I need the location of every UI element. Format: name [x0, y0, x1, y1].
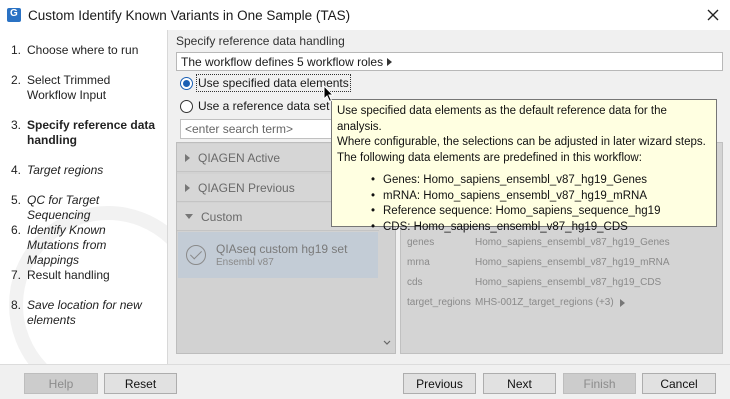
radio-use-reference-set[interactable]: Use a reference data set	[180, 99, 329, 113]
tooltip-item: CDS: Homo_sapiens_ensembl_v87_hg19_CDS	[337, 220, 711, 236]
tooltip: Use specified data elements as the defau…	[331, 99, 717, 235]
section-title: Specify reference data handling	[176, 34, 345, 48]
finish-button[interactable]: Finish	[563, 373, 636, 394]
collapse-arrow-icon	[185, 214, 193, 219]
dataset-version: Ensembl v87	[216, 256, 274, 268]
close-button[interactable]	[702, 4, 724, 26]
mouse-pointer-icon	[323, 85, 335, 103]
previous-button[interactable]: Previous	[403, 373, 476, 394]
radio-checked-icon[interactable]	[180, 76, 193, 90]
step-target-regions: 4. Target regions	[11, 163, 104, 177]
scroll-down-icon[interactable]	[383, 339, 391, 347]
radio-use-reference-label: Use a reference data set	[198, 99, 330, 113]
step-reference-data: 3. Specify reference data handling	[11, 118, 156, 147]
step-save-location: 8. Save location for new elements	[11, 298, 142, 327]
workflow-roles-text: The workflow defines 5 workflow roles	[181, 54, 384, 69]
reset-button[interactable]: Reset	[104, 373, 177, 394]
expand-arrow-icon	[387, 57, 393, 66]
dataset-item[interactable]: QIAseq custom hg19 set Ensembl v87	[178, 232, 378, 278]
window-title: Custom Identify Known Variants in One Sa…	[28, 7, 351, 23]
detail-row: cds Homo_sapiens_ensembl_v87_hg19_CDS	[407, 277, 662, 288]
expand-arrow-icon	[619, 298, 625, 307]
expand-arrow-icon	[185, 153, 190, 162]
button-bar: Help Reset Previous Next Finish Cancel	[0, 364, 730, 399]
title-bar: Custom Identify Known Variants in One Sa…	[0, 0, 730, 30]
check-circle-icon	[186, 245, 206, 265]
wizard-steps: 1. Choose where to run 2. Select Trimmed…	[0, 30, 168, 364]
workflow-roles-toggle[interactable]: The workflow defines 5 workflow roles	[176, 52, 723, 71]
next-button[interactable]: Next	[483, 373, 556, 394]
help-button[interactable]: Help	[24, 373, 98, 394]
target-regions-value: MHS-001Z_target_regions (+3)	[475, 297, 614, 308]
step-result-handling: 7. Result handling	[11, 268, 110, 282]
tooltip-list: Genes: Homo_sapiens_ensembl_v87_hg19_Gen…	[337, 173, 711, 235]
tooltip-item: Genes: Homo_sapiens_ensembl_v87_hg19_Gen…	[337, 173, 711, 189]
step-choose-where-to-run: 1. Choose where to run	[11, 43, 139, 57]
close-icon	[707, 9, 719, 21]
app-icon	[7, 8, 21, 22]
step-qc: 5. QC for Target Sequencing	[11, 193, 100, 222]
detail-row: mrna Homo_sapiens_ensembl_v87_hg19_mRNA	[407, 257, 670, 268]
cancel-button[interactable]: Cancel	[642, 373, 716, 394]
step-select-input: 2. Select Trimmed Workflow Input	[11, 73, 111, 102]
expand-arrow-icon	[185, 183, 190, 192]
detail-row: genes Homo_sapiens_ensembl_v87_hg19_Gene…	[407, 237, 670, 248]
dataset-name: QIAseq custom hg19 set	[216, 241, 348, 256]
radio-unchecked-icon[interactable]	[180, 99, 193, 113]
tooltip-item: mRNA: Homo_sapiens_ensembl_v87_hg19_mRNA	[337, 189, 711, 205]
tooltip-item: Reference sequence: Homo_sapiens_sequenc…	[337, 204, 711, 220]
detail-row: target_regions MHS-001Z_target_regions (…	[407, 297, 715, 308]
step-identify-mutations: 6. Identify Known Mutations from Mapping…	[11, 223, 107, 267]
